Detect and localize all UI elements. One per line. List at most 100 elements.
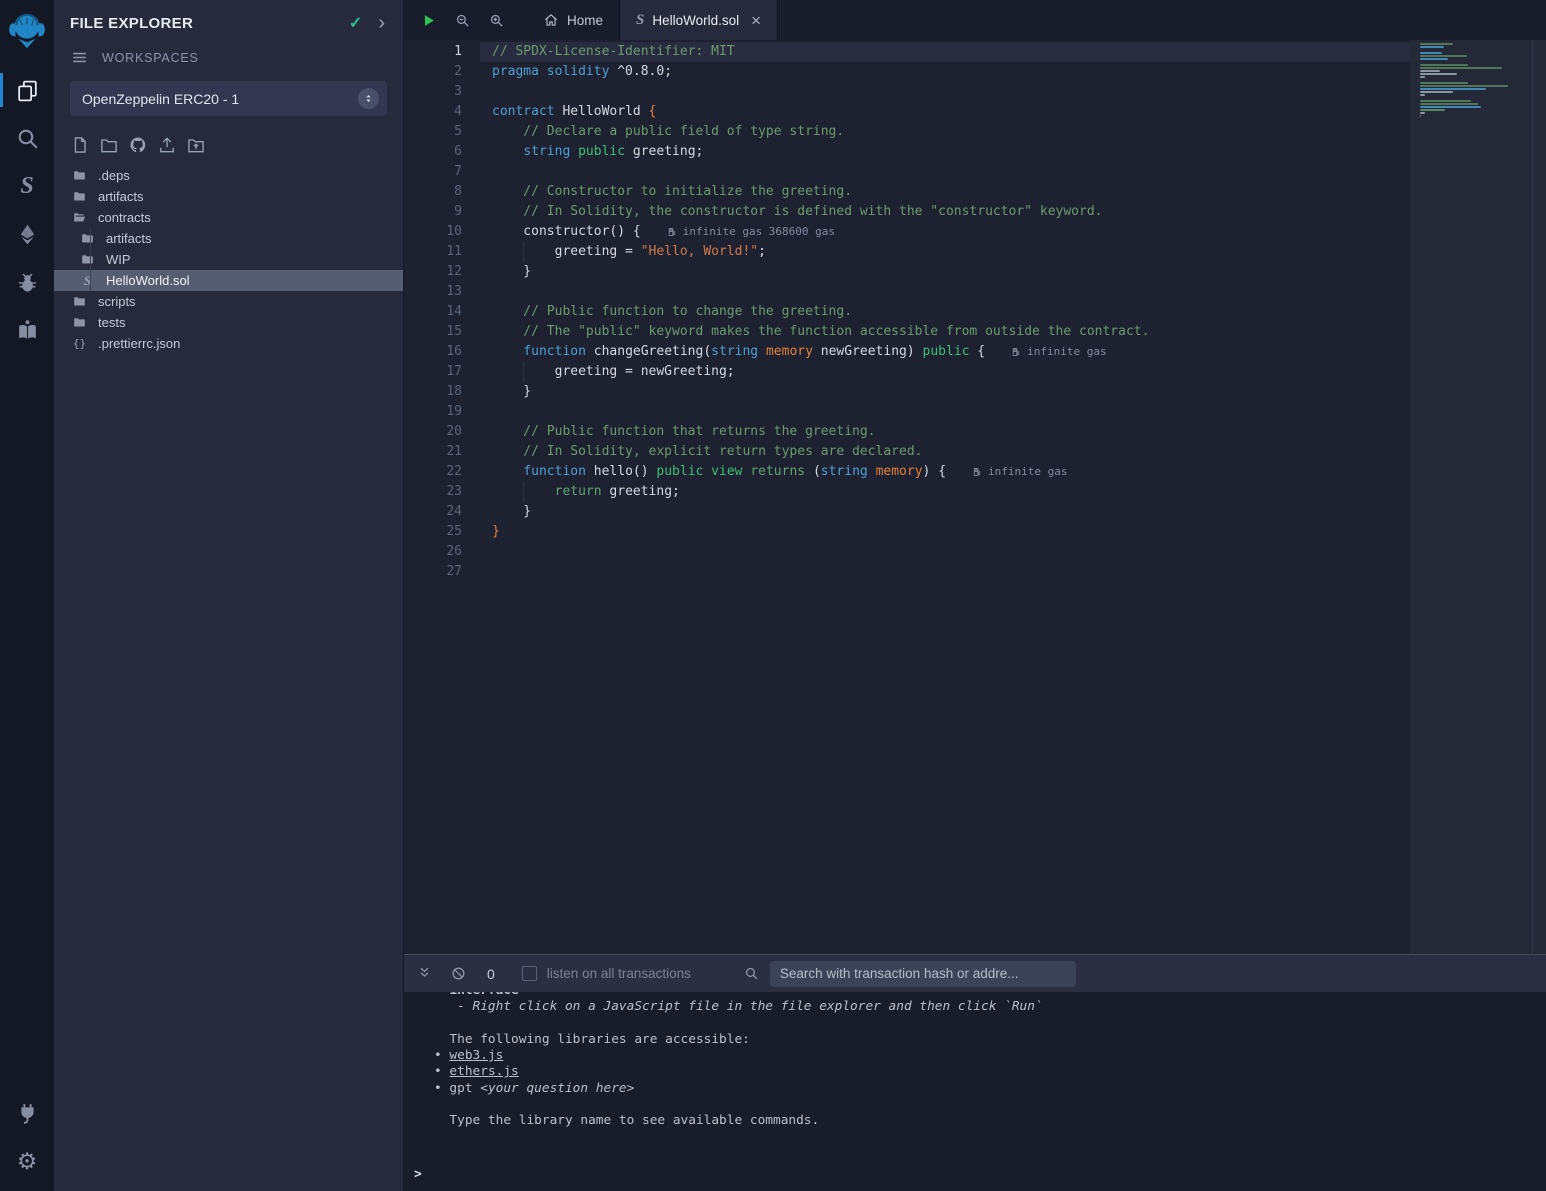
activity-item-solidity-compiler[interactable]: S xyxy=(0,162,54,210)
code-line[interactable]: 1// SPDX-License-Identifier: MIT xyxy=(404,42,1410,62)
explorer-header: FILE EXPLORER ✓ › xyxy=(54,0,403,42)
code-token xyxy=(492,464,523,479)
minimap[interactable] xyxy=(1420,43,1512,124)
line-number: 19 xyxy=(404,402,480,422)
code-line[interactable]: 6 string public greeting; xyxy=(404,142,1410,162)
code-text xyxy=(480,402,492,422)
minimap-line xyxy=(1420,73,1457,75)
code-line[interactable]: 25} xyxy=(404,522,1410,542)
tab-helloworld-sol[interactable]: SHelloWorld.sol× xyxy=(619,0,778,40)
tree-item-label: artifacts xyxy=(98,189,144,204)
fuel-pump-icon xyxy=(1011,346,1022,358)
listen-transactions-checkbox[interactable] xyxy=(522,966,537,981)
activity-item-settings[interactable]: ⚙ xyxy=(0,1137,54,1185)
tree-item--deps[interactable]: .deps xyxy=(54,165,403,186)
code-line[interactable]: 4contract HelloWorld { xyxy=(404,102,1410,122)
code-line-body: // Declare a public field of type string… xyxy=(480,122,1410,142)
zoom-out-button[interactable] xyxy=(454,0,471,40)
code-token: changeGreeting( xyxy=(586,344,711,359)
code-line[interactable]: 21 // In Solidity, explicit return types… xyxy=(404,442,1410,462)
zoom-in-button[interactable] xyxy=(488,0,505,40)
code-line[interactable]: 15 // The "public" keyword makes the fun… xyxy=(404,322,1410,342)
minimap-line xyxy=(1420,76,1425,78)
activity-item-learneth[interactable] xyxy=(0,306,54,354)
code-line[interactable]: 17 greeting = newGreeting; xyxy=(404,362,1410,382)
activity-item-debugger[interactable] xyxy=(0,258,54,306)
activity-item-deploy-and-run[interactable] xyxy=(0,210,54,258)
code-token: // Public function that returns the gree… xyxy=(492,424,876,439)
code-text: // Constructor to initialize the greetin… xyxy=(480,182,852,202)
tree-item-contracts[interactable]: contracts xyxy=(54,207,403,228)
code-line[interactable]: 13 xyxy=(404,282,1410,302)
remix-logo-icon[interactable] xyxy=(6,8,48,52)
accept-check-icon[interactable]: ✓ xyxy=(349,13,362,33)
code-line[interactable]: 2pragma solidity ^0.8.0; xyxy=(404,62,1410,82)
line-number: 1 xyxy=(404,42,480,62)
code-token: function xyxy=(523,344,586,359)
code-line[interactable]: 24 } xyxy=(404,502,1410,522)
upload-file-button[interactable] xyxy=(157,135,177,155)
activity-item-file-explorer[interactable] xyxy=(0,66,54,114)
tree-item-artifacts[interactable]: artifacts xyxy=(54,186,403,207)
code-line-body: } xyxy=(480,522,1410,542)
activity-item-plugin-manager[interactable] xyxy=(0,1089,54,1137)
code-token: contract xyxy=(492,104,555,119)
github-button[interactable] xyxy=(128,135,148,155)
line-number: 12 xyxy=(404,262,480,282)
code-line[interactable]: 14 // Public function to change the gree… xyxy=(404,302,1410,322)
code-line[interactable]: 9 // In Solidity, the constructor is def… xyxy=(404,202,1410,222)
code-token: view xyxy=(703,464,742,479)
minimap-column xyxy=(1410,40,1546,954)
folder-open-icon xyxy=(72,210,87,225)
terminal-link[interactable]: ethers.js xyxy=(449,1064,518,1079)
activity-item-search[interactable] xyxy=(0,114,54,162)
tree-item-scripts[interactable]: scripts xyxy=(54,291,403,312)
tree-item-wip[interactable]: WIP xyxy=(54,249,403,270)
code-line-body: // Public function that returns the gree… xyxy=(480,422,1410,442)
code-line[interactable]: 20 // Public function that returns the g… xyxy=(404,422,1410,442)
code-line[interactable]: 5 // Declare a public field of type stri… xyxy=(404,122,1410,142)
code-line[interactable]: 27 xyxy=(404,562,1410,582)
upload-folder-button[interactable] xyxy=(186,135,206,155)
code-line[interactable]: 3 xyxy=(404,82,1410,102)
line-number: 25 xyxy=(404,522,480,542)
hamburger-menu-icon[interactable] xyxy=(70,48,89,67)
code-line[interactable]: 8 // Constructor to initialize the greet… xyxy=(404,182,1410,202)
code-line[interactable]: 16 function changeGreeting(string memory… xyxy=(404,342,1410,362)
new-file-button[interactable] xyxy=(70,135,90,155)
chevron-right-icon[interactable]: › xyxy=(378,16,385,30)
tree-item-tests[interactable]: tests xyxy=(54,312,403,333)
code-line[interactable]: 22 function hello() public view returns … xyxy=(404,462,1410,482)
terminal-link[interactable]: web3.js xyxy=(449,1048,503,1063)
code-line-body: function changeGreeting(string memory ne… xyxy=(480,342,1410,362)
terminal-search-input[interactable] xyxy=(770,961,1076,987)
code-line[interactable]: 10 constructor() {infinite gas 368600 ga… xyxy=(404,222,1410,242)
code-line[interactable]: 12 } xyxy=(404,262,1410,282)
tree-item-artifacts[interactable]: artifacts xyxy=(54,228,403,249)
code-token: public xyxy=(570,144,625,159)
tree-item-helloworld-sol[interactable]: SHelloWorld.sol xyxy=(54,270,403,291)
code-editor[interactable]: 1// SPDX-License-Identifier: MIT2pragma … xyxy=(404,40,1546,954)
clear-console-icon[interactable] xyxy=(450,965,467,982)
code-line[interactable]: 7 xyxy=(404,162,1410,182)
code-text: function hello() public view returns (st… xyxy=(480,462,946,482)
terminal-prompt[interactable]: > xyxy=(414,1167,422,1183)
close-tab-icon[interactable]: × xyxy=(751,12,761,29)
code-line[interactable]: 23 return greeting; xyxy=(404,482,1410,502)
code-line-body: greeting = newGreeting; xyxy=(480,362,1410,382)
code-line[interactable]: 26 xyxy=(404,542,1410,562)
code-pane[interactable]: 1// SPDX-License-Identifier: MIT2pragma … xyxy=(404,40,1410,954)
tree-item--prettierrc-json[interactable]: {}.prettierrc.json xyxy=(54,333,403,354)
code-line[interactable]: 19 xyxy=(404,402,1410,422)
workspace-select[interactable]: OpenZeppelin ERC20 - 1 xyxy=(70,81,387,116)
plug-icon xyxy=(15,1101,40,1126)
new-folder-button[interactable] xyxy=(99,135,119,155)
code-line[interactable]: 11 greeting = "Hello, World!"; xyxy=(404,242,1410,262)
tab-home[interactable]: Home xyxy=(527,0,619,40)
expand-terminal-icon[interactable] xyxy=(416,965,433,982)
fuel-pump-icon xyxy=(972,466,983,478)
learneth-icon xyxy=(15,318,40,343)
run-play-button[interactable] xyxy=(420,0,437,40)
terminal-output[interactable]: interface - Right click on a JavaScript … xyxy=(404,992,1546,1191)
code-line[interactable]: 18 } xyxy=(404,382,1410,402)
